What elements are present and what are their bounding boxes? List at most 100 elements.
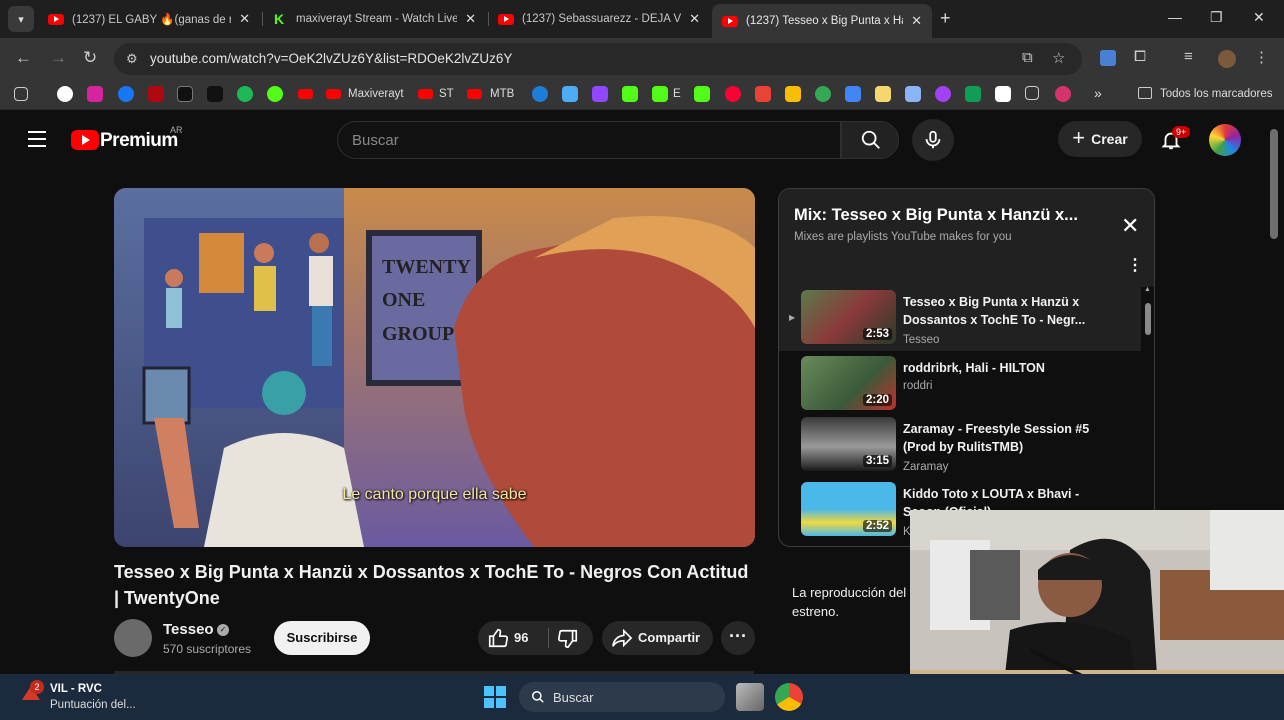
chrome-taskbar-icon[interactable] bbox=[775, 683, 803, 711]
close-icon[interactable]: ✕ bbox=[239, 11, 250, 27]
playlist-item-title[interactable]: Zaramay - Freestyle Session #5 (Prod by … bbox=[903, 420, 1103, 456]
sheets-icon[interactable] bbox=[965, 86, 981, 102]
url-text[interactable]: youtube.com/watch?v=OeK2lvZUz6Y&list=RDO… bbox=[150, 51, 512, 66]
channel-name[interactable]: Tesseo bbox=[163, 621, 214, 638]
search-input[interactable]: Buscar bbox=[337, 121, 841, 159]
user-avatar[interactable] bbox=[1209, 124, 1241, 156]
back-icon[interactable]: ← bbox=[15, 48, 32, 68]
playlist-item[interactable]: ▶ 2:53 Tesseo x Big Punta x Hanzü x Doss… bbox=[779, 287, 1141, 351]
video-thumbnail[interactable]: 2:20 bbox=[801, 356, 896, 410]
bookmark-icon[interactable] bbox=[935, 86, 951, 102]
maximize-icon[interactable]: ❐ bbox=[1210, 9, 1223, 26]
tiktok-icon[interactable] bbox=[207, 86, 223, 102]
facebook-icon[interactable] bbox=[118, 86, 134, 102]
forward-icon[interactable]: → bbox=[50, 48, 67, 68]
reload-icon[interactable]: ↻ bbox=[83, 48, 97, 68]
task-view-icon[interactable] bbox=[736, 683, 764, 711]
create-button[interactable]: + Crear bbox=[1058, 121, 1142, 157]
youtube-logo-icon[interactable] bbox=[71, 130, 99, 150]
youtube-bookmark-icon[interactable] bbox=[298, 89, 313, 99]
video-thumbnail[interactable]: 2:52 bbox=[801, 482, 896, 536]
s2-icon[interactable] bbox=[267, 86, 283, 102]
chrome-menu-icon[interactable]: ⋮ bbox=[1254, 48, 1269, 66]
google-icon[interactable] bbox=[57, 86, 73, 102]
taskbar-search[interactable]: Buscar bbox=[519, 682, 725, 712]
close-icon[interactable]: ✕ bbox=[911, 13, 922, 29]
youtube-logo[interactable]: Premium bbox=[100, 130, 178, 152]
search-button[interactable] bbox=[841, 121, 899, 159]
profile-avatar-icon[interactable] bbox=[1218, 50, 1236, 68]
bookmark-e[interactable]: E bbox=[673, 88, 681, 100]
spotify-icon[interactable] bbox=[237, 86, 253, 102]
c-icon[interactable] bbox=[532, 86, 548, 102]
menu-icon[interactable] bbox=[28, 131, 46, 152]
voice-search-button[interactable] bbox=[912, 119, 954, 161]
site-info-icon[interactable]: ⚙ bbox=[126, 51, 138, 67]
playlist-item[interactable]: 2:20 roddribrk, Hali - HILTON roddri bbox=[779, 353, 1141, 417]
translate-extension-icon[interactable] bbox=[1100, 50, 1116, 66]
media-control-icon[interactable]: ≡ bbox=[1184, 48, 1193, 65]
window-close-icon[interactable]: ✕ bbox=[1253, 9, 1265, 26]
bookmark-icon[interactable] bbox=[995, 86, 1011, 102]
close-icon[interactable]: ✕ bbox=[1121, 213, 1139, 239]
widget-title[interactable]: VIL - RVC bbox=[50, 683, 102, 695]
page-scrollbar[interactable] bbox=[1270, 129, 1278, 239]
video-thumbnail[interactable]: 3:15 bbox=[801, 417, 896, 471]
playlist-item[interactable]: 3:15 Zaramay - Freestyle Session #5 (Pro… bbox=[779, 414, 1141, 478]
bookmark-maxiverayt[interactable]: Maxiverayt bbox=[348, 88, 404, 100]
address-bar[interactable]: ⚙ youtube.com/watch?v=OeK2lvZUz6Y&list=R… bbox=[114, 43, 1082, 75]
kick-bookmark-icon[interactable] bbox=[622, 86, 638, 102]
kick-bookmark-icon[interactable] bbox=[652, 86, 668, 102]
tab-maxiverayt-stream[interactable]: K maxiverayt Stream - Watch Live ✕ bbox=[264, 4, 486, 34]
close-icon[interactable]: ✕ bbox=[465, 11, 476, 27]
new-tab-button[interactable]: + bbox=[940, 8, 951, 29]
extensions-icon[interactable]: ⧠ bbox=[1134, 48, 1146, 65]
more-actions-icon[interactable]: ··· bbox=[721, 621, 755, 655]
video-thumbnail[interactable]: 2:53 bbox=[801, 290, 896, 344]
youtube-bookmark-icon[interactable] bbox=[467, 89, 482, 99]
grid-bookmark-icon[interactable] bbox=[1025, 86, 1039, 100]
tab-tesseo-active[interactable]: (1237) Tesseo x Big Punta x Han ✕ bbox=[712, 4, 932, 38]
bookmark-icon[interactable] bbox=[875, 86, 891, 102]
playlist-item-title[interactable]: Tesseo x Big Punta x Hanzü x Dossantos x… bbox=[903, 293, 1103, 329]
video-player[interactable]: TWENTY ONE GROUP Le canto porque ella sa… bbox=[114, 188, 755, 547]
scroll-up-icon[interactable]: ▲ bbox=[1144, 286, 1151, 293]
tab-search-button[interactable]: ▾ bbox=[8, 6, 34, 32]
minimize-icon[interactable]: — bbox=[1168, 9, 1182, 25]
gemini-icon[interactable] bbox=[562, 86, 578, 102]
bookmark-star-icon[interactable]: ☆ bbox=[1052, 49, 1065, 67]
bookmark-icon[interactable] bbox=[1055, 86, 1071, 102]
x-icon[interactable] bbox=[177, 86, 193, 102]
channel-avatar[interactable] bbox=[114, 619, 152, 657]
music-icon[interactable] bbox=[725, 86, 741, 102]
mix-scrollbar[interactable] bbox=[1145, 303, 1151, 335]
install-app-icon[interactable]: ⧉ bbox=[1022, 49, 1033, 66]
mix-title[interactable]: Mix: Tesseo x Big Punta x Hanzü x... bbox=[794, 206, 1078, 225]
docs-icon[interactable] bbox=[845, 86, 861, 102]
start-button[interactable] bbox=[484, 686, 506, 708]
dislike-icon[interactable] bbox=[557, 628, 579, 650]
like-icon[interactable] bbox=[487, 627, 509, 649]
netflix-icon[interactable] bbox=[148, 86, 164, 102]
bookmark-st[interactable]: ST bbox=[439, 88, 454, 100]
share-button[interactable]: Compartir bbox=[602, 621, 713, 655]
playlist-item-title[interactable]: roddribrk, Hali - HILTON bbox=[903, 359, 1103, 377]
d-icon[interactable] bbox=[694, 86, 710, 102]
instagram-icon[interactable] bbox=[87, 86, 103, 102]
apps-grid-icon[interactable] bbox=[14, 87, 28, 101]
bookmark-mtb[interactable]: MTB bbox=[490, 88, 514, 100]
translate-icon[interactable] bbox=[905, 86, 921, 102]
youtube-bookmark-icon[interactable] bbox=[418, 89, 433, 99]
drive-icon[interactable] bbox=[785, 86, 801, 102]
all-bookmarks[interactable]: Todos los marcadores bbox=[1160, 88, 1273, 100]
gmail-icon[interactable] bbox=[755, 86, 771, 102]
youtube-bookmark-icon[interactable] bbox=[326, 89, 341, 99]
tab-el-gaby[interactable]: (1237) EL GABY 🔥(ganas de ro ✕ bbox=[38, 4, 260, 34]
maps-icon[interactable] bbox=[815, 86, 831, 102]
bookmarks-overflow-icon[interactable]: » bbox=[1094, 85, 1102, 101]
close-icon[interactable]: ✕ bbox=[689, 11, 700, 27]
twitch-icon[interactable] bbox=[592, 86, 608, 102]
widget-subtitle[interactable]: Puntuación del... bbox=[50, 699, 136, 711]
subscribe-button[interactable]: Suscribirse bbox=[274, 621, 370, 655]
mix-menu-icon[interactable]: ⋮ bbox=[1127, 255, 1143, 275]
